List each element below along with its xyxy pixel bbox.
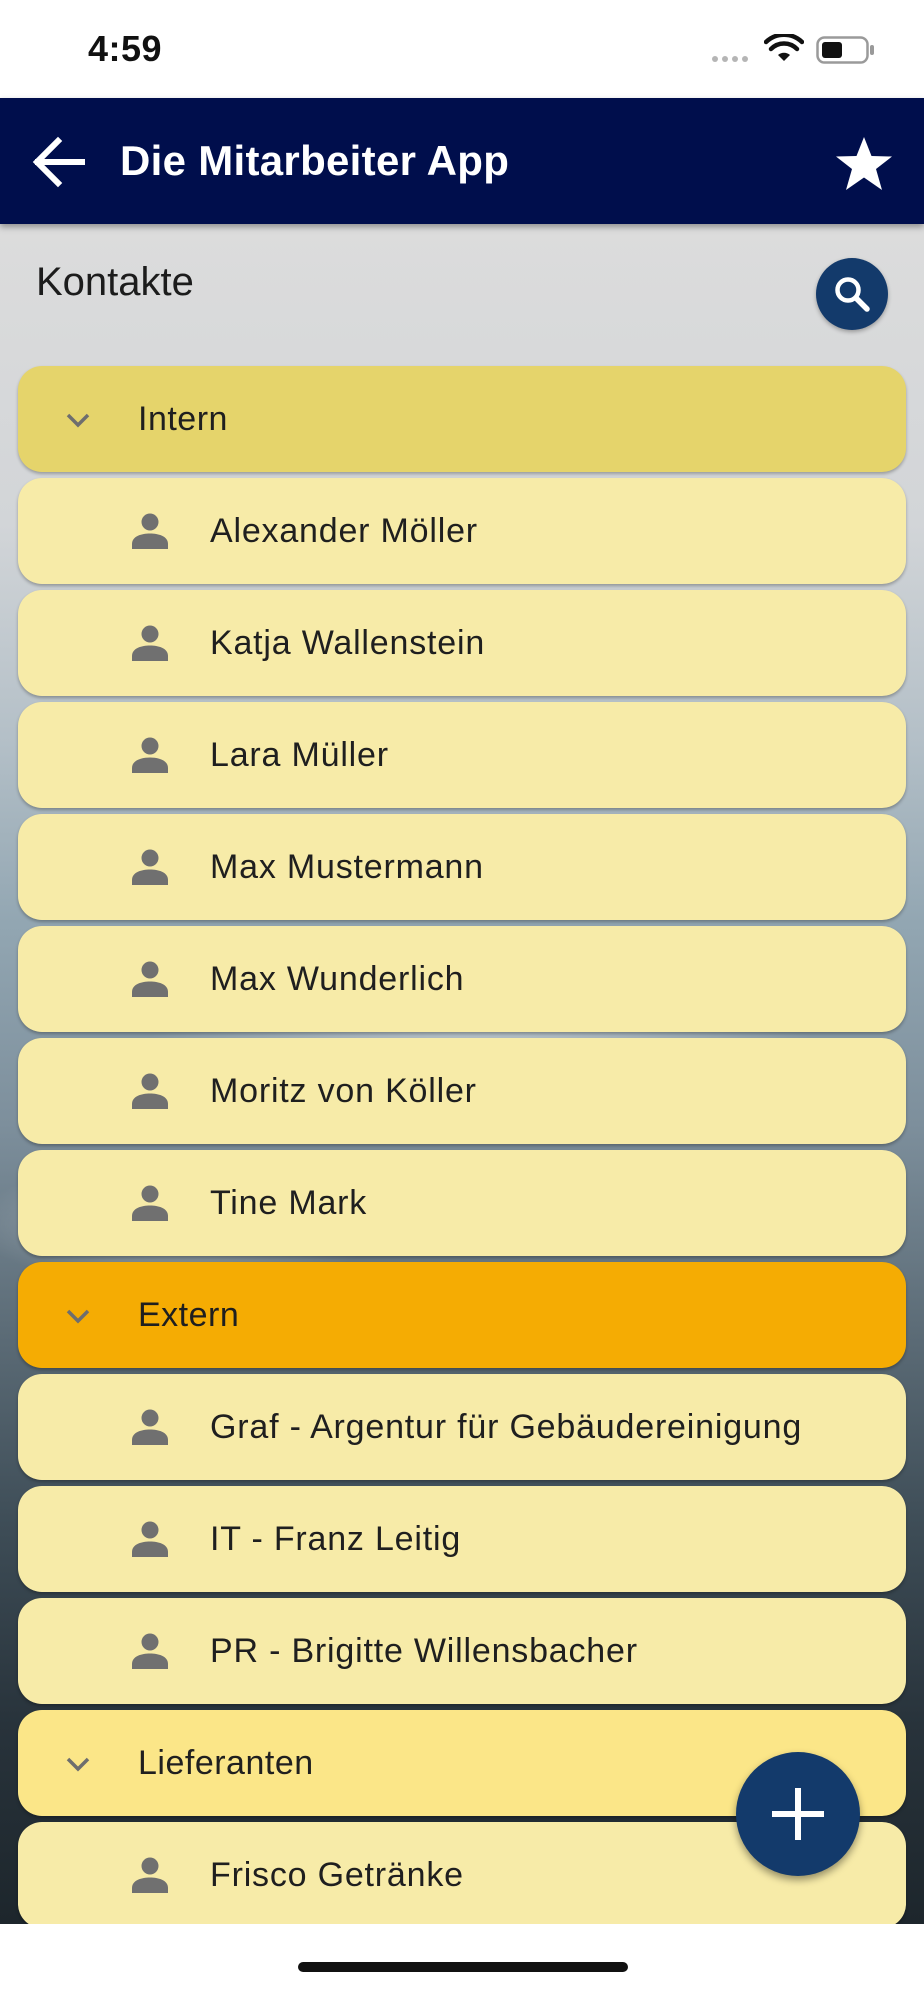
battery-icon [816, 36, 874, 64]
wifi-icon [764, 34, 804, 61]
contact-name: PR - Brigitte Willensbacher [210, 1631, 638, 1670]
contact-row[interactable]: IT - Franz Leitig [18, 1486, 906, 1592]
status-time: 4:59 [88, 28, 163, 69]
contact-row[interactable]: Graf - Argentur für Gebäudereinigung [18, 1374, 906, 1480]
contact-name: Graf - Argentur für Gebäudereinigung [210, 1407, 803, 1446]
contact-name: Lara Müller [210, 735, 389, 774]
star-icon [836, 137, 892, 190]
person-icon [132, 1521, 168, 1557]
contact-row[interactable]: Max Wunderlich [18, 926, 906, 1032]
person-icon [132, 1073, 168, 1109]
arrow-left-icon [32, 136, 85, 188]
contact-name: Moritz von Köller [210, 1071, 477, 1110]
search-button[interactable] [816, 258, 888, 330]
contact-row[interactable]: Moritz von Köller [18, 1038, 906, 1144]
contact-name: Alexander Möller [210, 511, 478, 550]
chevron-down-icon [66, 1309, 90, 1324]
signal-icon [712, 56, 748, 62]
person-icon [132, 1857, 168, 1893]
contact-row[interactable]: Katja Wallenstein [18, 590, 906, 696]
home-indicator [298, 1962, 628, 1972]
group-label: Intern [138, 399, 228, 438]
contact-name: Tine Mark [210, 1183, 368, 1222]
app-header: Die Mitarbeiter App [0, 98, 924, 224]
group-label: Lieferanten [138, 1743, 314, 1782]
contact-name: Katja Wallenstein [210, 623, 486, 662]
content-area: Kontakte Intern Alexander Möller Katja Wal… [0, 224, 924, 1924]
back-button[interactable] [28, 134, 88, 190]
person-icon [132, 1409, 168, 1445]
contact-name: Frisco Getränke [210, 1855, 464, 1894]
favorite-button[interactable] [834, 134, 894, 194]
contact-list: Intern Alexander Möller Katja Wallenstein L… [18, 366, 906, 1924]
search-icon [835, 277, 870, 312]
person-icon [132, 737, 168, 773]
contact-row[interactable]: Alexander Möller [18, 478, 906, 584]
chevron-down-icon [66, 1757, 90, 1772]
add-contact-button[interactable] [736, 1752, 860, 1876]
person-icon [132, 1185, 168, 1221]
group-header-0[interactable]: Intern [18, 366, 906, 472]
contact-name: Max Mustermann [210, 847, 484, 886]
person-icon [132, 625, 168, 661]
contact-name: IT - Franz Leitig [210, 1519, 462, 1558]
contact-row[interactable]: PR - Brigitte Willensbacher [18, 1598, 906, 1704]
contact-row[interactable]: Max Mustermann [18, 814, 906, 920]
person-icon [132, 513, 168, 549]
chevron-down-icon [66, 413, 90, 428]
status-bar: 4:59 [0, 0, 924, 98]
bottom-bar [0, 1924, 924, 2000]
contact-row[interactable]: Tine Mark [18, 1150, 906, 1256]
contact-row[interactable]: Lara Müller [18, 702, 906, 808]
person-icon [132, 961, 168, 997]
person-icon [132, 849, 168, 885]
page-title: Die Mitarbeiter App [120, 137, 510, 184]
plus-icon [772, 1788, 824, 1840]
group-header-1[interactable]: Extern [18, 1262, 906, 1368]
section-title: Kontakte [36, 260, 194, 304]
person-icon [132, 1633, 168, 1669]
group-label: Extern [138, 1295, 240, 1334]
contact-name: Max Wunderlich [210, 959, 465, 998]
